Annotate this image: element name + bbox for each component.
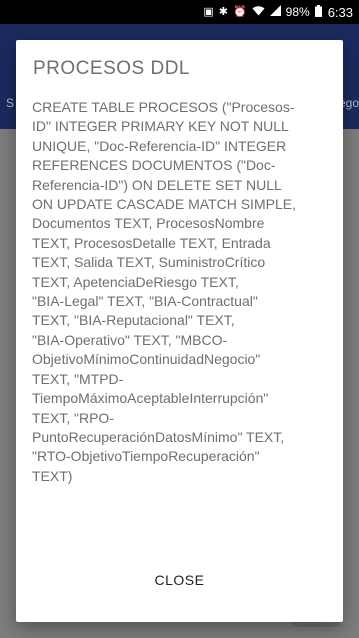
message-line: Documentos TEXT, ProcesosNombre	[32, 215, 265, 232]
bluetooth-icon: ✱	[218, 5, 228, 18]
status-bar: ▣ ✱ ⏰ 98% 6:33	[0, 0, 359, 24]
background-tab-hint-left: S	[6, 96, 15, 110]
message-line: TEXT, ApetenciaDeRiesgo TEXT,	[32, 273, 239, 290]
dialog-title: PROCESOS DDL	[33, 58, 190, 79]
message-line: ID" INTEGER PRIMARY KEY NOT NULL	[32, 118, 289, 135]
photo-icon: ▣	[203, 5, 214, 18]
message-line: TEXT, "BIA-Reputacional" TEXT,	[32, 312, 235, 329]
message-line: TEXT, Salida TEXT, SuministroCrítico	[32, 254, 266, 271]
message-line: TEXT, "MTPD-	[32, 370, 124, 387]
message-line: "BIA-Legal" TEXT, "BIA-Contractual"	[32, 293, 258, 310]
ddl-dialog: PROCESOS DDL CREATE TABLE PROCESOS ("Pro…	[16, 40, 343, 622]
screen: ▣ ✱ ⏰ 98% 6:33 S iego PROCESOS DDL CREAT…	[0, 0, 359, 638]
message-line: UNIQUE, "Doc-Referencia-ID" INTEGER	[32, 137, 287, 154]
wifi-icon	[252, 5, 265, 19]
battery-icon	[314, 4, 322, 20]
battery-percent: 98%	[285, 5, 310, 19]
message-line: Referencia-ID") ON DELETE SET NULL	[32, 176, 282, 193]
message-line: "RTO-ObjetivoTiempoRecuperación"	[32, 448, 260, 465]
message-line: TiempoMáximoAceptableInterrupción"	[32, 390, 269, 407]
message-line: PuntoRecuperaciónDatosMínimo" TEXT,	[32, 428, 285, 445]
close-button[interactable]: CLOSE	[16, 572, 343, 588]
message-line: TEXT, ProcesosDetalle TEXT, Entrada	[32, 234, 271, 251]
message-line: TEXT)	[32, 467, 73, 484]
signal-icon	[269, 5, 281, 19]
message-line: TEXT, "RPO-	[32, 409, 114, 426]
status-time: 6:33	[327, 4, 353, 20]
message-line: REFERENCES DOCUMENTOS ("Doc-	[32, 157, 276, 174]
message-line: ObjetivoMínimoContinuidadNegocio"	[32, 351, 261, 368]
message-line: ON UPDATE CASCADE MATCH SIMPLE,	[32, 196, 296, 213]
dialog-message: CREATE TABLE PROCESOS ("Procesos- ID" IN…	[32, 98, 332, 486]
message-line: CREATE TABLE PROCESOS ("Procesos-	[32, 99, 295, 115]
alarm-icon: ⏰	[232, 5, 247, 18]
message-line: "BIA-Operativo" TEXT, "MBCO-	[32, 331, 228, 348]
